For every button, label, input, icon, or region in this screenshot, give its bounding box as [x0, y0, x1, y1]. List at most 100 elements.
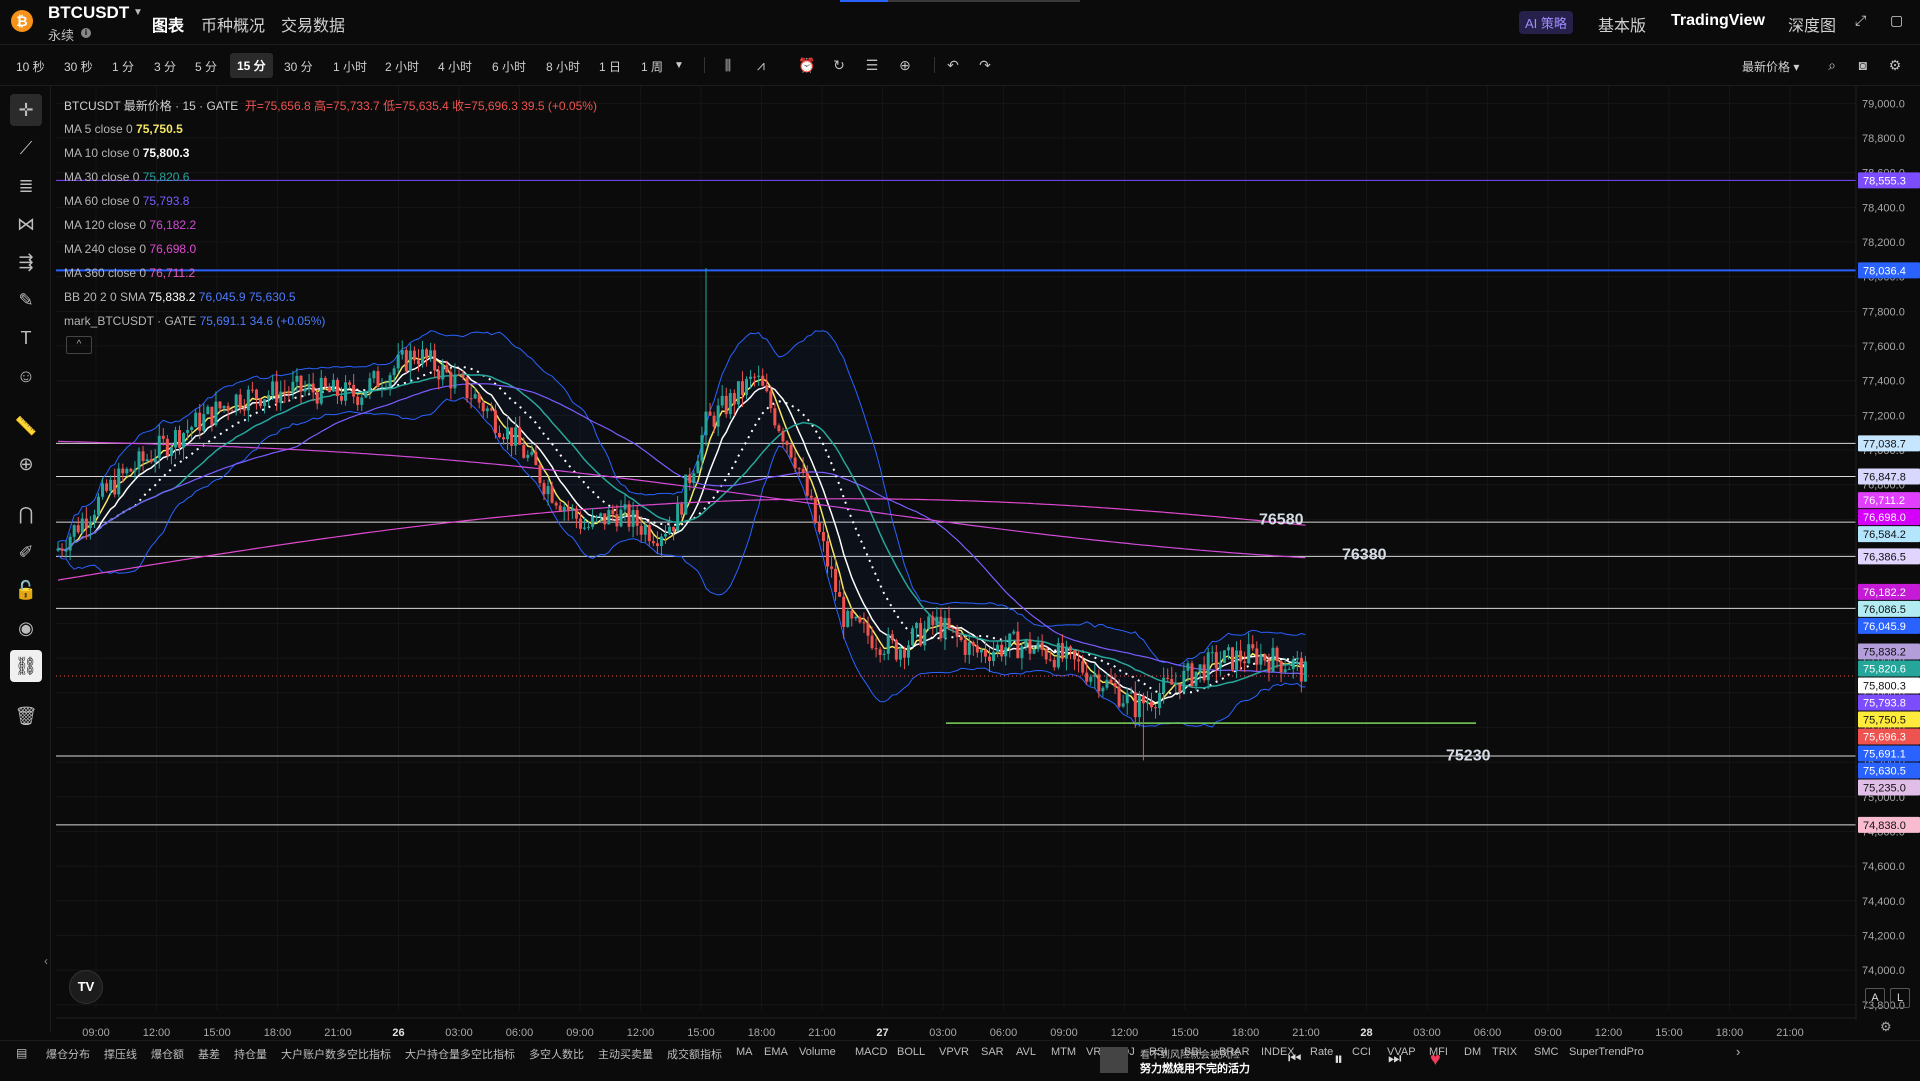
add-icon[interactable]: ⊕: [895, 55, 915, 75]
alert-icon[interactable]: ⏰: [797, 55, 817, 75]
emoji-icon[interactable]: ☺: [10, 360, 42, 392]
camera-icon[interactable]: ◙: [1853, 55, 1873, 75]
tab-depth[interactable]: 深度图: [1788, 12, 1836, 36]
log-scale-button[interactable]: L: [1890, 988, 1910, 1008]
legend-ma360[interactable]: MA 360 close 0 76,711.2: [64, 266, 195, 280]
interval-4h[interactable]: 4 小时: [438, 58, 472, 75]
collapse-legend-button[interactable]: ^: [66, 336, 92, 354]
indicator-15[interactable]: VPVR: [939, 1046, 969, 1058]
undo-icon[interactable]: ↶: [943, 55, 963, 75]
legend-ma120[interactable]: MA 120 close 0 76,182.2: [64, 218, 196, 232]
interval-30s[interactable]: 30 秒: [64, 58, 93, 75]
previous-icon[interactable]: ⏮: [1288, 1050, 1302, 1067]
auto-scale-button[interactable]: A: [1865, 988, 1885, 1008]
legend-ma240[interactable]: MA 240 close 0 76,698.0: [64, 242, 196, 256]
interval-6h[interactable]: 6 小时: [492, 58, 526, 75]
indicator-4[interactable]: 持仓量: [234, 1046, 267, 1062]
indicator-1[interactable]: 撑压线: [104, 1046, 137, 1062]
interval-30m[interactable]: 30 分: [284, 58, 313, 75]
indicator-17[interactable]: AVL: [1016, 1046, 1036, 1058]
ai-strategy-button[interactable]: AI 策略: [1519, 11, 1573, 34]
indicator-14[interactable]: BOLL: [897, 1046, 925, 1058]
legend-mark[interactable]: mark_BTCUSDT · GATE 75,691.1 34.6 (+0.05…: [64, 314, 325, 328]
legend-bb[interactable]: BB 20 2 0 SMA 75,838.2 76,045.9 75,630.5: [64, 290, 296, 304]
position-icon[interactable]: ⇶: [10, 246, 42, 278]
tab-trading-data[interactable]: 交易数据: [281, 12, 345, 36]
indicator-18[interactable]: MTM: [1051, 1046, 1076, 1058]
interval-8h[interactable]: 8 小时: [546, 58, 580, 75]
indicator-2[interactable]: 爆仓额: [151, 1046, 184, 1062]
indicator-9[interactable]: 成交额指标: [667, 1046, 722, 1062]
brush-icon[interactable]: ✎: [10, 284, 42, 316]
indicator-8[interactable]: 主动买卖量: [598, 1046, 653, 1062]
gear-icon[interactable]: ⚙: [1880, 1019, 1892, 1035]
magnet-icon[interactable]: ⋂: [10, 498, 42, 530]
price-chart[interactable]: 765807638075230 79,000.078,800.078,600.0…: [56, 86, 1920, 1040]
tab-basic[interactable]: 基本版: [1598, 12, 1646, 36]
interval-5m[interactable]: 5 分: [195, 58, 217, 75]
lock-drawing-icon[interactable]: ✐: [10, 536, 42, 568]
indicator-0[interactable]: 爆仓分布: [46, 1046, 90, 1062]
interval-1m[interactable]: 1 分: [112, 58, 134, 75]
indicator-3[interactable]: 基差: [198, 1046, 220, 1062]
indicator-6[interactable]: 大户持仓量多空比指标: [405, 1046, 515, 1062]
templates-icon[interactable]: ☰: [862, 55, 882, 75]
interval-1d[interactable]: 1 日: [599, 58, 621, 75]
interval-3m[interactable]: 3 分: [154, 58, 176, 75]
indicators-icon[interactable]: ⩘: [751, 55, 771, 75]
indicator-30[interactable]: TRIX: [1492, 1046, 1517, 1058]
chevron-down-icon[interactable]: ▼: [133, 7, 143, 18]
zoom-in-icon[interactable]: ⊕: [10, 448, 42, 480]
link-icon[interactable]: ⛓: [10, 650, 42, 682]
text-icon[interactable]: T: [10, 322, 42, 354]
calendar-icon[interactable]: ▤: [16, 1046, 27, 1060]
tab-coin-overview[interactable]: 币种概况: [201, 12, 265, 36]
pause-icon[interactable]: ⏸: [1334, 1049, 1343, 1070]
trash-icon[interactable]: 🗑: [10, 700, 42, 732]
indicator-32[interactable]: SuperTrendPro: [1569, 1046, 1644, 1058]
interval-15m[interactable]: 15 分: [230, 53, 273, 78]
indicator-19[interactable]: VR: [1086, 1046, 1101, 1058]
legend-ma60[interactable]: MA 60 close 0 75,793.8: [64, 194, 189, 208]
replay-icon[interactable]: ↻: [829, 55, 849, 75]
indicator-13[interactable]: MACD: [855, 1046, 887, 1058]
interval-1w[interactable]: 1 周: [641, 58, 663, 75]
indicator-10[interactable]: MA: [736, 1046, 753, 1058]
collapse-sidebar-icon[interactable]: ‹: [44, 954, 48, 968]
fullscreen-icon[interactable]: ▢: [1890, 12, 1903, 29]
heart-icon[interactable]: ♥: [1430, 1049, 1441, 1070]
interval-2h[interactable]: 2 小时: [385, 58, 419, 75]
next-icon[interactable]: ⏭: [1388, 1050, 1402, 1067]
interval-1h[interactable]: 1 小时: [333, 58, 367, 75]
symbol-selector[interactable]: BTCUSDT: [48, 3, 129, 23]
tab-tradingview[interactable]: TradingView: [1671, 12, 1765, 30]
interval-10s[interactable]: 10 秒: [16, 58, 45, 75]
search-icon[interactable]: ⌕: [1822, 55, 1842, 75]
tradingview-logo[interactable]: TV: [69, 970, 103, 1004]
info-icon[interactable]: i: [81, 28, 91, 38]
indicator-11[interactable]: EMA: [764, 1046, 788, 1058]
crosshair-icon[interactable]: ✛: [10, 94, 42, 126]
chevron-right-icon[interactable]: ›: [1736, 1044, 1740, 1059]
lock-icon[interactable]: 🔓: [10, 574, 42, 606]
trendline-icon[interactable]: ⟋: [10, 132, 42, 164]
fib-icon[interactable]: ≣: [10, 170, 42, 202]
indicator-5[interactable]: 大户账户数多空比指标: [281, 1046, 391, 1062]
eye-icon[interactable]: ◉: [10, 612, 42, 644]
gear-icon[interactable]: ⚙: [1885, 55, 1905, 75]
legend-ma30[interactable]: MA 30 close 0 75,820.6: [64, 170, 189, 184]
candle-type-icon[interactable]: ⫼: [718, 55, 738, 75]
indicator-16[interactable]: SAR: [981, 1046, 1004, 1058]
pattern-icon[interactable]: ⋈: [10, 208, 42, 240]
legend-ma10[interactable]: MA 10 close 0 75,800.3: [64, 146, 189, 160]
chevron-down-icon[interactable]: ▼: [674, 60, 684, 71]
price-source-select[interactable]: 最新价格 ▾: [1742, 58, 1799, 75]
expand-icon[interactable]: ⤢: [1855, 12, 1866, 29]
indicator-7[interactable]: 多空人数比: [529, 1046, 584, 1062]
indicator-31[interactable]: SMC: [1534, 1046, 1558, 1058]
legend-ma5[interactable]: MA 5 close 0 75,750.5: [64, 122, 183, 136]
tab-chart[interactable]: 图表: [152, 12, 184, 36]
ruler-icon[interactable]: 📏: [10, 410, 42, 442]
redo-icon[interactable]: ↷: [975, 55, 995, 75]
indicator-12[interactable]: Volume: [799, 1046, 836, 1058]
